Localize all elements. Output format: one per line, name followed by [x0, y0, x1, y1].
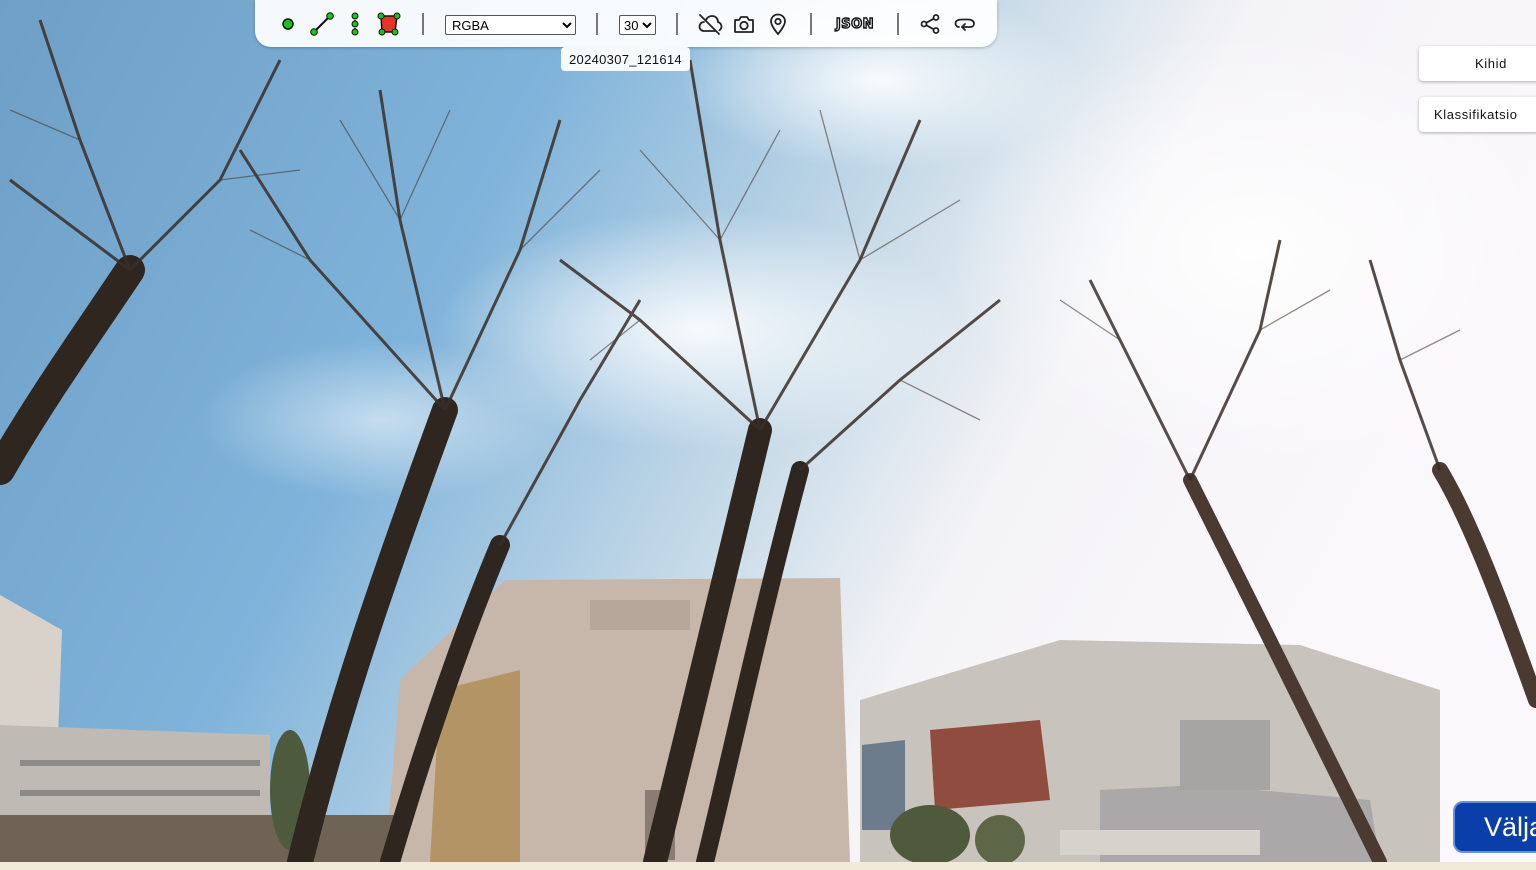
panorama-viewer[interactable] — [0, 0, 1536, 862]
select-label: Välja — [1484, 811, 1536, 842]
frame-rate-select[interactable]: 30 — [619, 15, 656, 35]
json-label: JSON — [835, 16, 875, 32]
toolbar-divider — [676, 13, 678, 35]
line-icon — [310, 12, 334, 36]
share-icon — [920, 14, 940, 34]
drawing-toolbar: RGBA 30 JSON — [255, 0, 997, 47]
location-button[interactable] — [766, 9, 790, 39]
street-panorama-image — [0, 0, 1536, 862]
cloud-off-icon — [698, 14, 723, 35]
screenshot-button[interactable] — [731, 9, 757, 39]
share-button[interactable] — [917, 9, 943, 39]
polygon-tool-button[interactable] — [376, 9, 402, 39]
capture-id-label: 20240307_121614 — [561, 47, 690, 71]
point-icon — [282, 18, 294, 30]
layers-button[interactable]: Kihid — [1419, 46, 1536, 81]
toolbar-divider — [897, 13, 899, 35]
vertical-line-tool-button[interactable] — [345, 9, 365, 39]
undo-button[interactable] — [952, 9, 978, 39]
hide-layer-button[interactable] — [696, 9, 724, 39]
export-json-button[interactable]: JSON — [830, 9, 880, 39]
line-tool-button[interactable] — [309, 9, 335, 39]
toolbar-divider — [810, 13, 812, 35]
image-mode-select[interactable]: RGBA — [445, 15, 576, 35]
undo-icon — [954, 18, 975, 31]
vertical-line-icon — [351, 12, 359, 36]
polygon-icon — [377, 12, 401, 36]
layers-label: Kihid — [1475, 56, 1507, 71]
viewer-bottom-strip — [0, 862, 1536, 870]
camera-icon — [734, 16, 754, 33]
toolbar-divider — [596, 13, 598, 35]
classification-label: Klassifikatsio — [1434, 107, 1518, 122]
point-tool-button[interactable] — [278, 9, 298, 39]
select-button[interactable]: Välja — [1453, 801, 1536, 853]
location-pin-icon — [770, 13, 786, 36]
toolbar-divider — [422, 13, 424, 35]
classification-button[interactable]: Klassifikatsio — [1419, 97, 1536, 132]
